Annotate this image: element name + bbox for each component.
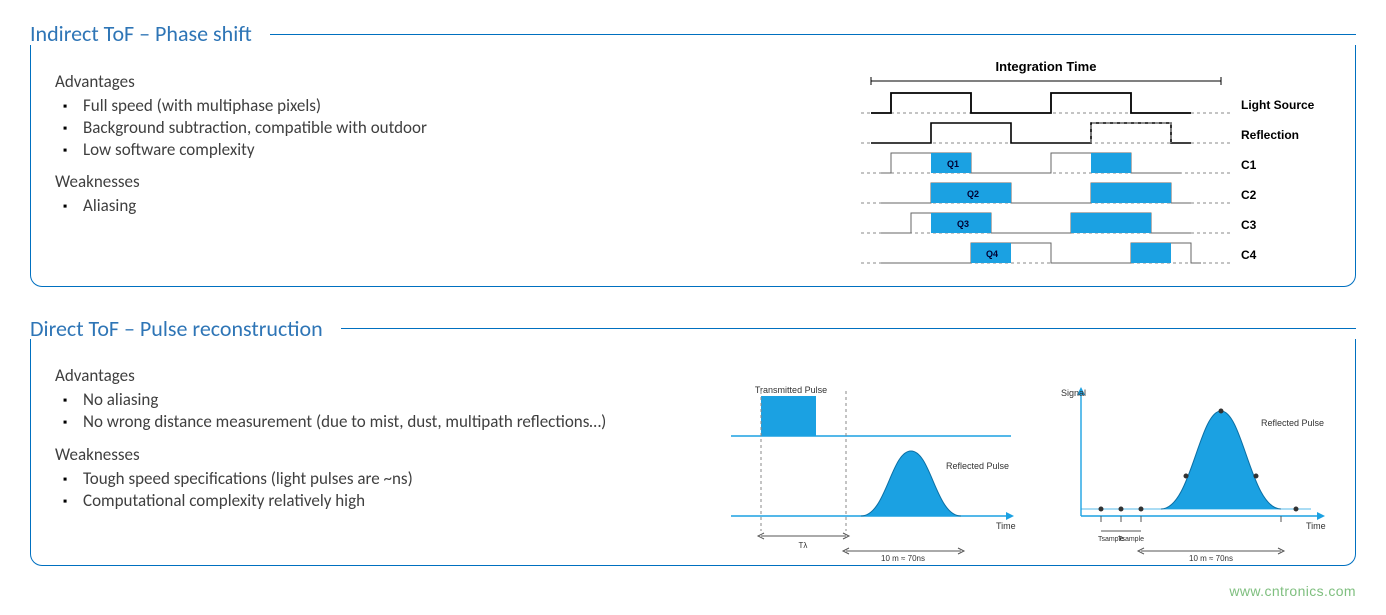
rx-label: Reflected Pulse [946,461,1009,471]
row-label: C4 [1241,248,1257,262]
section1-rule [270,34,1356,35]
row-label: C1 [1241,158,1257,172]
section1-weak-list: Aliasing [55,195,831,217]
pulse-diagrams: Transmitted Pulse Reflected Pulse Time T… [721,351,1331,561]
watermark: www.cntronics.com [1229,582,1356,600]
list-item: No aliasing [83,389,721,411]
tsample-label2: Tsample [1118,536,1144,543]
section2-weak-head: Weaknesses [55,444,721,466]
section2-adv-list: No aliasing No wrong distance measuremen… [55,389,721,433]
section2-block: Advantages No aliasing No wrong distance… [30,339,1356,566]
list-item: No wrong distance measurement (due to mi… [83,411,721,433]
q-label: Q4 [986,249,998,259]
section1-adv-list: Full speed (with multiphase pixels) Back… [55,95,831,161]
q-label: Q2 [967,189,979,199]
signal-label: Signal [1061,388,1086,398]
time-label2: Time [1306,521,1326,531]
list-item: Aliasing [83,195,831,217]
row-label: C2 [1241,188,1257,202]
row-label: Reflection [1241,128,1299,142]
tx-label: Transmitted Pulse [755,385,827,395]
list-item: Full speed (with multiphase pixels) [83,95,831,117]
row-label: C3 [1241,218,1257,232]
time-label: Time [996,521,1016,531]
section1-block: Advantages Full speed (with multiphase p… [30,45,1356,287]
section1-adv-head: Advantages [55,71,831,93]
section1-text: Advantages Full speed (with multiphase p… [55,57,831,228]
list-item: Background subtraction, compatible with … [83,117,831,139]
integration-time-diagram: Integration Time Light Source [831,57,1331,278]
dist-label: 10 m ≈ 70ns [881,554,925,561]
section2-adv-head: Advantages [55,365,721,387]
tof-label: Tλ [799,541,808,550]
section2-text: Advantages No aliasing No wrong distance… [55,351,721,522]
list-item: Tough speed specifications (light pulses… [83,468,721,490]
section2-weak-list: Tough speed specifications (light pulses… [55,468,721,512]
q-label: Q1 [947,159,959,169]
list-item: Computational complexity relatively high [83,490,721,512]
dist-label2: 10 m ≈ 70ns [1189,554,1233,561]
row-label: Light Source [1241,98,1315,112]
rx-label2: Reflected Pulse [1261,418,1324,428]
diagram1-title: Integration Time [996,59,1097,74]
list-item: Low software complexity [83,139,831,161]
section2-rule [341,328,1356,329]
section1-weak-head: Weaknesses [55,171,831,193]
q-label: Q3 [957,219,969,229]
